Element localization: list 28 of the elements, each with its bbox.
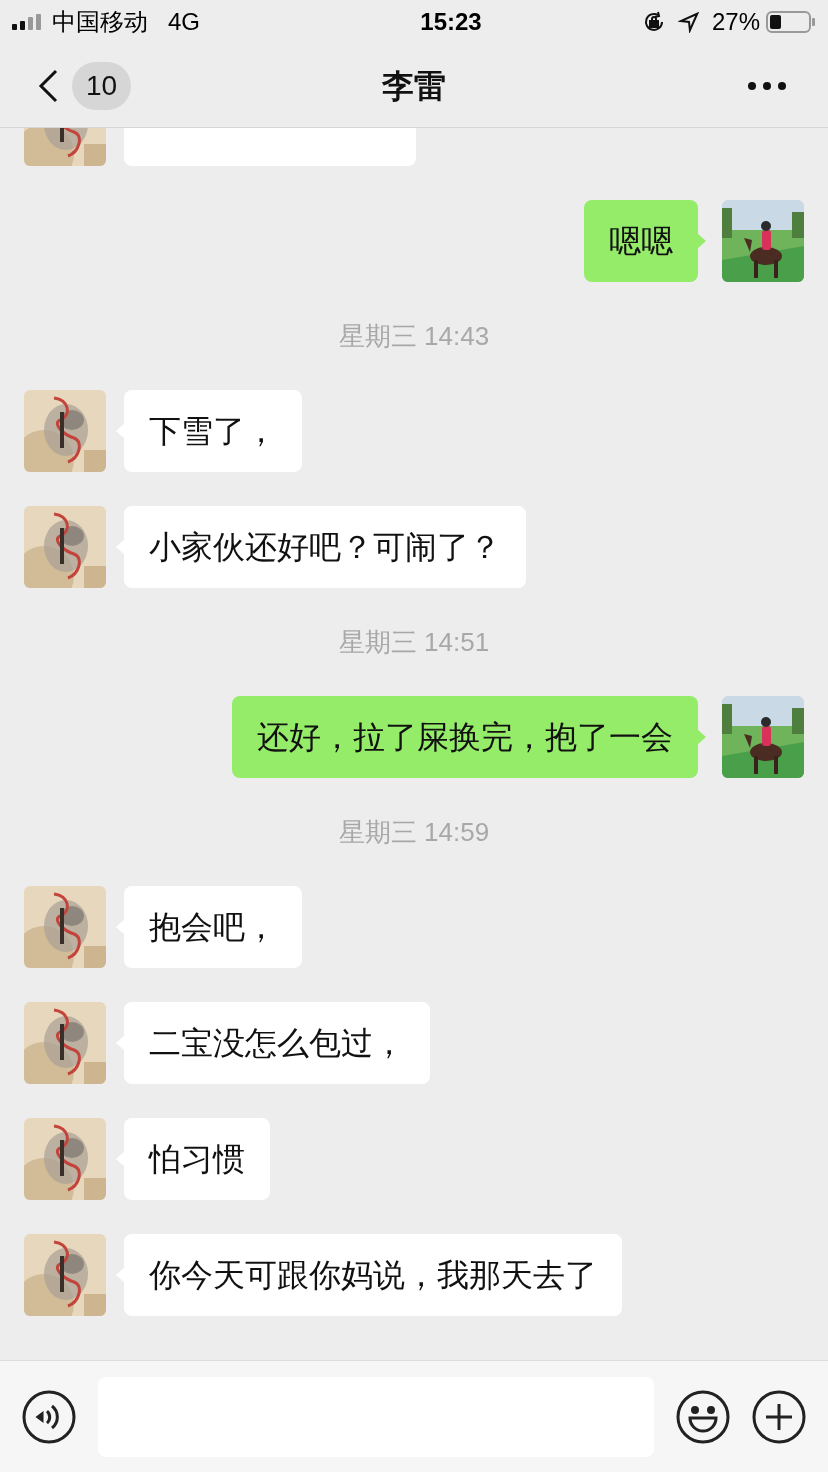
battery-percent: 27%	[711, 7, 760, 37]
message-bubble[interactable]: 怕习惯	[124, 1118, 270, 1200]
clock: 15:23	[420, 7, 482, 37]
message-bubble[interactable]: 二宝没怎么包过，	[124, 1002, 430, 1084]
message-bubble[interactable]: 你今天可跟你妈说，我那天去了	[124, 1234, 622, 1316]
message-bubble[interactable]: 还好，拉了屎换完，抱了一会	[232, 696, 698, 778]
chat-title: 李雷	[382, 66, 446, 106]
back-button[interactable]	[38, 68, 58, 103]
message-bubble[interactable]: 下雪了，	[124, 390, 302, 472]
unread-count: 10	[72, 61, 132, 110]
battery-icon	[766, 10, 816, 34]
carrier-name: 中国移动	[52, 7, 148, 37]
plus-icon	[752, 1389, 806, 1444]
timestamp: 星期三 14:51	[338, 625, 490, 659]
message-bubble[interactable]: 抱会吧，	[124, 886, 302, 968]
location-arrow-icon	[677, 11, 700, 33]
message-bubble[interactable]: 嗯嗯	[584, 200, 698, 282]
smiley-icon	[676, 1389, 730, 1444]
timestamp: 星期三 14:59	[338, 815, 490, 849]
voice-icon	[22, 1389, 76, 1444]
back-icon	[38, 68, 58, 103]
more-icon	[748, 81, 786, 90]
timestamp: 星期三 14:43	[338, 319, 490, 353]
voice-button[interactable]	[22, 1389, 76, 1444]
add-button[interactable]	[752, 1389, 806, 1444]
message-bubble[interactable]: 小家伙还好吧？可闹了？	[124, 506, 526, 588]
emoji-button[interactable]	[676, 1389, 730, 1444]
network-type: 4G	[168, 7, 200, 37]
